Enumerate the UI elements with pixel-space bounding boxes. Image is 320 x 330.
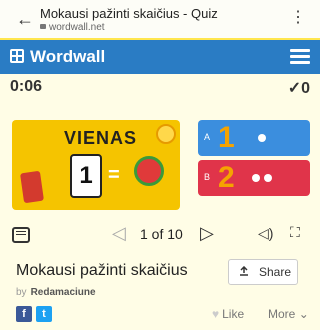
facebook-icon[interactable]: f [16,306,32,322]
next-icon[interactable]: ▷ [200,223,214,244]
twitter-icon[interactable]: t [36,306,52,322]
sun-decoration-icon [156,124,176,144]
wordwall-logo-icon [10,49,24,63]
by-label: by [16,287,27,298]
hamburger-menu-icon[interactable] [290,49,310,65]
score-value: 0 [301,80,310,97]
answer-b[interactable]: B 2 [198,160,310,196]
page-indicator: 1 of 10 [140,226,183,242]
quiz-game-area: 0:06 ✓0 VIENAS 1 = A 1 B 2 [0,74,320,220]
menu-line [290,61,310,64]
answer-digit: 2 [218,161,235,194]
author-link[interactable]: Redamaciune [31,287,96,298]
checkmark-icon: ✓ [287,80,302,97]
score: ✓0 [288,78,310,98]
browser-page-title: Mokausi pažinti skaičius - Quiz [40,6,218,21]
chevron-down-icon: ⌄ [298,307,309,321]
timer: 0:06 [10,78,43,95]
question-image: VIENAS 1 = [12,120,180,210]
answer-digit: 1 [218,121,235,154]
url-text: wordwall.net [49,22,105,33]
logo-square [12,51,16,55]
logo-square [18,57,22,61]
player-controls: ◁ 1 of 10 ▷ ◁) ⛶ [0,220,320,250]
browser-address-bar: ← Mokausi pažinti skaičius - Quiz wordwa… [0,0,320,38]
watermelon-icon [134,156,164,186]
menu-line [16,234,26,235]
page: ← Mokausi pažinti skaičius - Quiz wordwa… [0,0,320,330]
answer-letter: A [204,132,211,142]
logo-square [12,57,16,61]
lock-icon [40,24,46,29]
share-button[interactable]: Share [228,259,298,285]
kebab-menu-icon[interactable]: ⋮ [290,10,306,26]
wordwall-logo[interactable]: Wordwall [10,47,105,67]
logo-square [18,51,22,55]
question-digit-card: 1 [70,154,102,198]
heart-icon: ♥ [212,307,220,321]
dot-icon [264,174,272,182]
sound-icon[interactable]: ◁) [258,225,273,242]
back-arrow-icon[interactable]: ← [16,9,34,30]
activity-title: Mokausi pažinti skaičius [16,262,188,279]
wordwall-logo-text: Wordwall [30,47,106,66]
more-label: More [268,307,296,321]
question-word: VIENAS [64,128,138,148]
equals-sign: = [108,164,120,186]
author-line: by Redamaciune [16,287,96,298]
fullscreen-icon[interactable]: ⛶ [290,224,300,241]
share-icon [240,266,248,276]
answer-letter: B [204,172,211,182]
card-decoration-icon [20,170,44,204]
activity-info: Mokausi pažinti skaičius Share by Redamac… [0,250,320,330]
share-label: Share [259,265,292,279]
like-button[interactable]: ♥ Like [212,307,244,321]
dot-icon [258,134,266,142]
answer-a[interactable]: A 1 [198,120,310,156]
more-button[interactable]: More ⌄ [268,307,309,321]
browser-url[interactable]: wordwall.net [40,22,105,33]
menu-line [290,49,310,52]
previous-icon[interactable]: ◁ [112,223,126,244]
like-label: Like [222,307,245,321]
list-menu-icon[interactable] [12,227,30,243]
wordwall-header: Wordwall [0,40,320,74]
dot-icon [252,174,260,182]
menu-line [16,231,26,232]
menu-line [290,55,310,58]
